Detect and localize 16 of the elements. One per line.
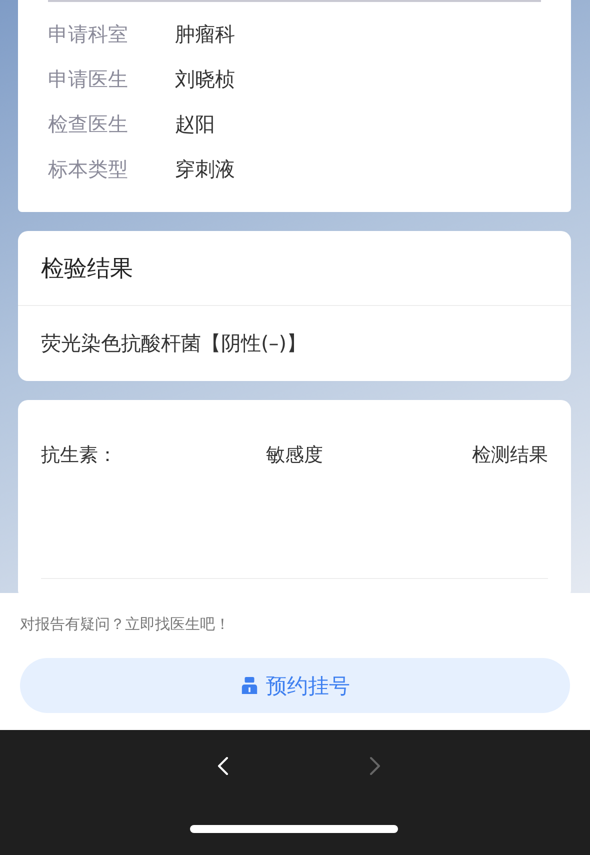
column-header: 抗生素： (41, 443, 117, 468)
result-text: 荧光染色抗酸杆菌【阴性(–)】 (40, 330, 308, 357)
field-label: 检查医生 (48, 111, 129, 138)
field-value: 肿瘤科 (175, 21, 235, 48)
doctor-icon (240, 676, 259, 695)
appointment-button[interactable]: 预约挂号 (20, 658, 570, 713)
column-header: 检测结果 (472, 443, 548, 468)
card-title: 检验结果 (18, 231, 571, 306)
help-prompt: 对报告有疑问？立即找医生吧！ (20, 614, 231, 635)
field-value: 刘晓桢 (175, 66, 235, 93)
field-label: 申请医生 (48, 66, 129, 93)
field-value: 穿刺液 (175, 156, 235, 183)
column-header: 敏感度 (266, 443, 323, 468)
field-value: 赵阳 (175, 111, 215, 138)
field-label: 申请科室 (48, 21, 129, 48)
field-label: 标本类型 (48, 156, 129, 183)
